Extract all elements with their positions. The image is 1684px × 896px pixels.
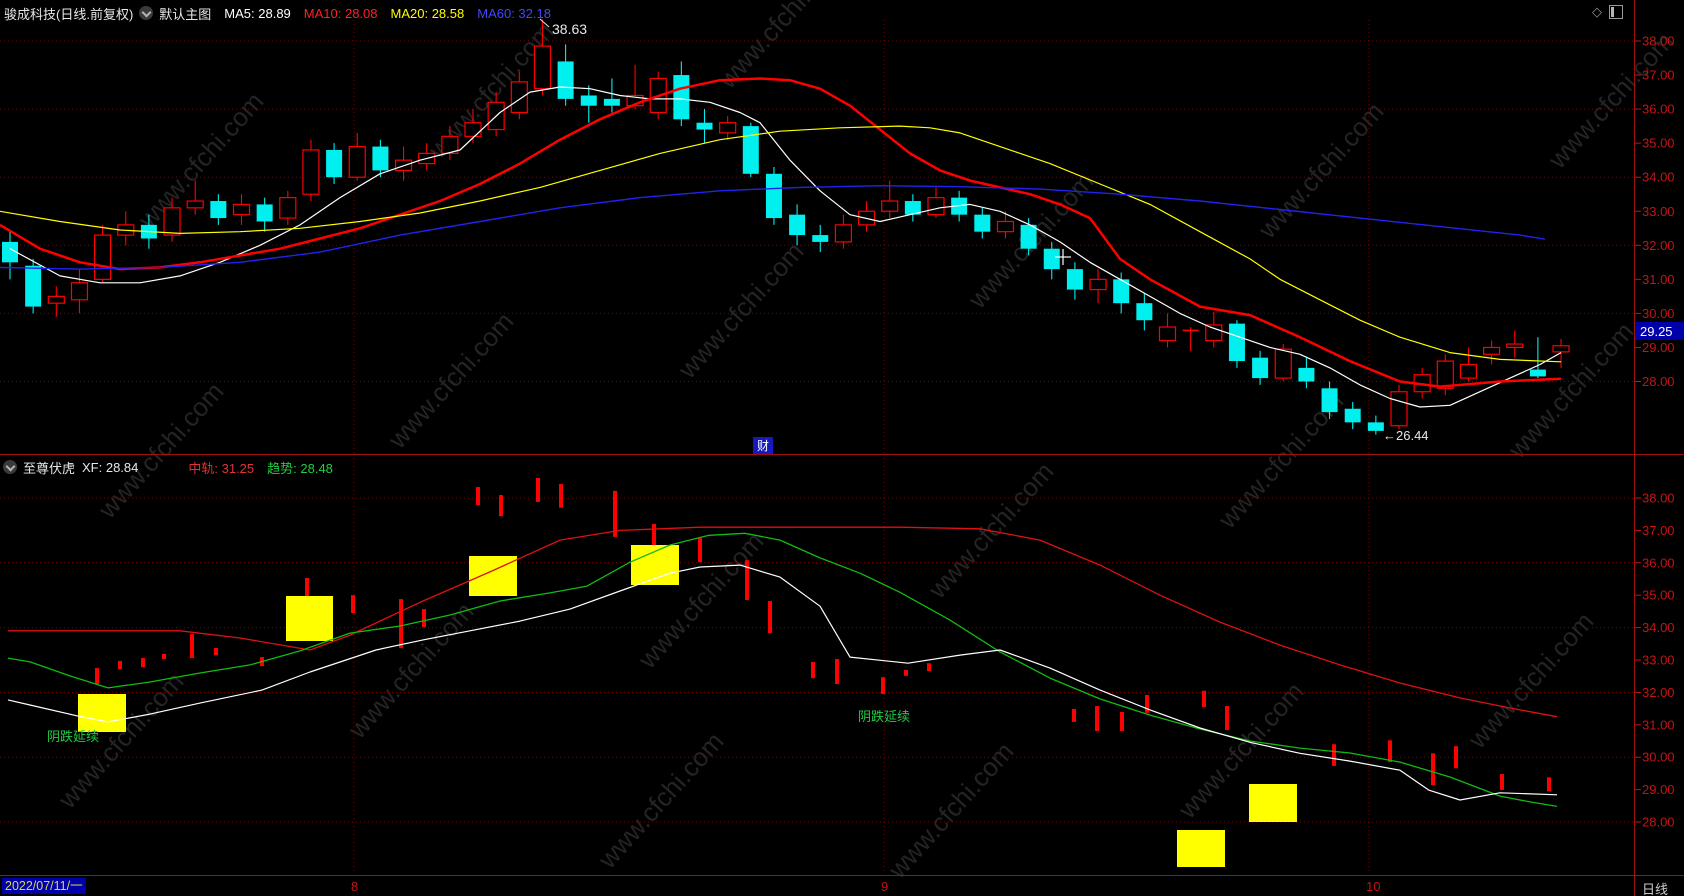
indicator-name: 至尊伏虎 [23,460,76,476]
main-layout-label[interactable]: 默认主图 [159,4,211,23]
svg-text:33.00: 33.00 [1642,204,1675,219]
svg-text:34.00: 34.00 [1642,170,1675,185]
indicator-xf-value: XF: 28.84 [82,459,139,475]
svg-text:www.cfchi.com: www.cfchi.com [591,726,729,875]
svg-text:35.00: 35.00 [1642,136,1675,151]
month-label: 8 [351,879,359,894]
svg-text:www.cfchi.com: www.cfchi.com [1461,606,1599,755]
svg-text:www.cfchi.com: www.cfchi.com [881,736,1019,885]
status-bar: 2022/07/11/一 8 9 10 日线 [0,875,1684,896]
svg-text:28.00: 28.00 [1642,815,1675,830]
svg-text:29.00: 29.00 [1642,782,1675,797]
event-flag-badge: 财 [757,439,769,453]
ma60-value: MA60: 32.18 [477,5,551,21]
svg-text:36.00: 36.00 [1642,102,1675,117]
svg-text:www.cfchi.com: www.cfchi.com [381,306,519,455]
svg-text:www.cfchi.com: www.cfchi.com [1251,96,1389,245]
svg-text:28.00: 28.00 [1642,374,1675,389]
svg-text:37.00: 37.00 [1642,523,1675,538]
current-price-value: 29.25 [1640,324,1673,339]
current-price-marker: 29.25 [1635,322,1684,340]
ma10-value: MA10: 28.08 [303,5,378,21]
chevron-down-icon[interactable] [3,460,17,474]
grid-layer [0,20,1641,874]
ma20-value: MA20: 28.58 [390,5,465,21]
watermark-layer: www.cfchi.com www.cfchi.com www.cfchi.com w… [51,0,1679,885]
svg-text:阴跌延续: 阴跌延续 [858,709,910,724]
chevron-down-icon[interactable] [139,6,154,20]
panel-layout-icon[interactable] [1609,5,1623,19]
svg-text:30.00: 30.00 [1642,306,1675,321]
month-label: 9 [881,879,889,894]
svg-text:www.cfchi.com: www.cfchi.com [341,596,479,745]
axis-labels: 38.00 38.00 37.00 37.00 36.00 36.00 35.00 35.00… [1642,34,1675,830]
svg-text:29.00: 29.00 [1642,340,1675,355]
indicator-header: 至尊伏虎 XF: 28.84 中轨: 31.25 趋势: 28.48 [3,458,333,476]
peak-price-annotation: 38.63 [552,21,587,37]
svg-text:32.00: 32.00 [1642,685,1675,700]
candlesticks [2,19,1570,435]
chart-canvas: www.cfchi.com www.cfchi.com www.cfchi.com w… [0,0,1684,896]
indicator-labels: 阴跌延续阴跌延续 [47,709,910,744]
diamond-icon[interactable]: ◇ [1592,4,1602,20]
stock-title: 骏成科技(日线.前复权) [4,6,134,22]
svg-text:35.00: 35.00 [1642,588,1675,603]
annotations: 38.63 ←26.44 财 [539,18,1429,454]
svg-text:32.00: 32.00 [1642,238,1675,253]
period-label[interactable]: 日线 [1642,879,1668,896]
svg-text:36.00: 36.00 [1642,555,1675,570]
stock-chart-app: www.cfchi.com www.cfchi.com www.cfchi.com w… [0,0,1684,896]
indicator-mid-value: 中轨: 31.25 [188,460,255,476]
svg-text:www.cfchi.com: www.cfchi.com [671,236,809,385]
indicator-lines [7,526,1558,808]
svg-text:37.00: 37.00 [1642,68,1675,83]
svg-text:www.cfchi.com: www.cfchi.com [91,376,229,525]
main-chart-header: 骏成科技(日线.前复权) 默认主图 MA5: 28.89 MA10: 28.08… [4,3,551,23]
month-label: 10 [1366,879,1381,894]
header-toolbar: ◇ [1592,4,1623,20]
svg-text:38.00: 38.00 [1642,491,1675,506]
ma5-value: MA5: 28.89 [224,5,291,21]
svg-text:38.00: 38.00 [1642,34,1675,49]
svg-text:www.cfchi.com: www.cfchi.com [1501,316,1639,465]
svg-text:31.00: 31.00 [1642,272,1675,287]
svg-text:31.00: 31.00 [1642,717,1675,732]
indicator-trend-value: 趋势: 28.48 [267,460,333,476]
svg-text:34.00: 34.00 [1642,620,1675,635]
svg-text:33.00: 33.00 [1642,653,1675,668]
date-label: 2022/07/11/一 [2,878,86,894]
svg-text:30.00: 30.00 [1642,750,1675,765]
svg-text:阴跌延续: 阴跌延续 [47,729,99,744]
low-price-annotation: ←26.44 [1383,428,1429,443]
